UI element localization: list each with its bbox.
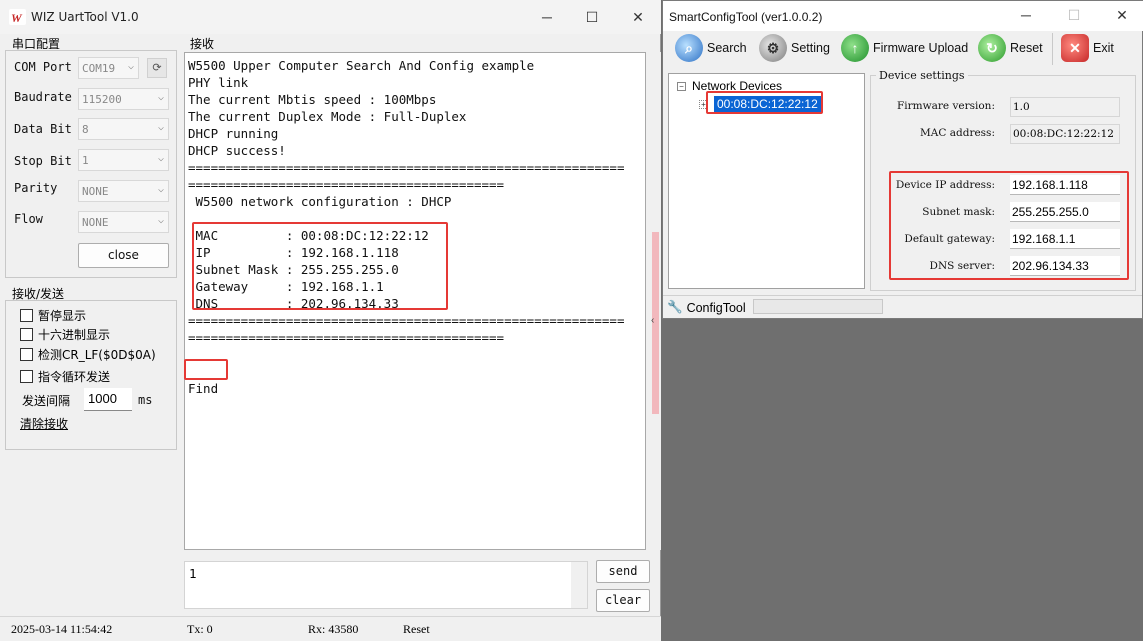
- status-reset[interactable]: Reset: [403, 622, 430, 637]
- receive-line: [188, 363, 645, 380]
- send-textarea[interactable]: 1: [184, 561, 588, 609]
- receive-line: ========================================…: [188, 160, 625, 175]
- upload-arrow-icon: ↑: [841, 34, 869, 62]
- send-interval-input[interactable]: 1000: [84, 388, 132, 411]
- stop-bit-select[interactable]: 1 ⌵: [78, 149, 169, 171]
- hex-display-checkbox[interactable]: 十六进制显示: [20, 326, 110, 343]
- receive-line: W5500 network configuration : DHCP: [188, 194, 452, 209]
- collapse-icon[interactable]: −: [677, 81, 686, 91]
- network-settings-highlight: [889, 171, 1129, 280]
- baudrate-label: Baudrate: [14, 90, 72, 104]
- parity-select[interactable]: NONE ⌵: [78, 180, 169, 202]
- network-config-highlight: [192, 222, 448, 310]
- firmware-version-field: 1.0: [1010, 97, 1120, 117]
- com-port-select[interactable]: COM19 ⌵: [78, 57, 139, 79]
- splitter-arrow-icon[interactable]: ‹: [651, 315, 654, 326]
- clear-receive-link[interactable]: 清除接收: [20, 415, 68, 432]
- wiznet-logo-icon: W: [9, 9, 26, 25]
- firmware-upload-button[interactable]: ↑ Firmware Upload: [841, 31, 968, 65]
- exit-icon: ✕: [1061, 34, 1089, 62]
- svg-text:W: W: [11, 11, 23, 25]
- flow-label: Flow: [14, 212, 43, 226]
- sct-toolbar: ⌕ Search ⚙ Setting ↑ Firmware Upload ↻ R…: [663, 31, 1143, 67]
- uart-status-bar: 2025-03-14 11:54:42 Tx: 0 Rx: 43580 Rese…: [0, 616, 661, 641]
- send-interval-label: 发送间隔: [22, 394, 71, 408]
- receive-line: The current Duplex Mode : Full-Duplex: [188, 109, 467, 124]
- close-window-button[interactable]: ✕: [623, 6, 653, 28]
- status-rx: Rx: 43580: [308, 622, 359, 636]
- chevron-down-icon: ⌵: [157, 122, 164, 133]
- sct-status-bar: 🔧 ConfigTool: [663, 295, 1142, 318]
- sct-minimize-button[interactable]: ─: [1011, 4, 1041, 26]
- configtool-icon: 🔧: [667, 300, 683, 314]
- sct-window-title: SmartConfigTool (ver1.0.0.2): [669, 10, 823, 24]
- data-bit-label: Data Bit: [14, 122, 72, 136]
- receive-line: W5500 Upper Computer Search And Config e…: [188, 58, 535, 73]
- reset-button[interactable]: ↻ Reset: [978, 31, 1043, 65]
- receive-line: PHY link: [188, 75, 249, 90]
- chevron-down-icon: ⌵: [157, 215, 164, 226]
- status-datetime: 2025-03-14 11:54:42: [11, 622, 113, 636]
- progress-bar: [753, 299, 883, 314]
- receive-line: The current Mbtis speed : 100Mbps: [188, 92, 437, 107]
- send-scrollbar[interactable]: [571, 562, 587, 608]
- receive-line: Find: [188, 381, 219, 396]
- wrench-icon: ⚙: [759, 34, 787, 62]
- search-button[interactable]: ⌕ Search: [675, 31, 747, 65]
- search-icon: ⌕: [675, 34, 703, 62]
- sct-maximize-button[interactable]: ☐: [1059, 4, 1089, 26]
- clear-button[interactable]: clear: [596, 589, 650, 612]
- uart-window-title: WIZ UartTool V1.0: [31, 10, 139, 24]
- data-bit-select[interactable]: 8 ⌵: [78, 118, 169, 140]
- uart-tool-window: W WIZ UartTool V1.0 ─ ☐ ✕ 串口配置 COM Port …: [0, 0, 661, 641]
- setting-button[interactable]: ⚙ Setting: [759, 31, 830, 65]
- receive-title: 接收: [190, 37, 215, 51]
- status-tx: Tx: 0: [187, 622, 213, 636]
- exit-button[interactable]: ✕ Exit: [1061, 31, 1114, 65]
- interval-unit: ms: [138, 393, 153, 407]
- chevron-down-icon: ⌵: [157, 92, 164, 103]
- receive-line: [188, 346, 645, 363]
- receive-line: DHCP running: [188, 126, 279, 141]
- maximize-button[interactable]: ☐: [577, 6, 607, 28]
- minimize-button[interactable]: ─: [532, 6, 562, 28]
- loop-send-checkbox[interactable]: 指令循环发送: [20, 368, 110, 385]
- toolbar-separator: [1052, 33, 1053, 65]
- baudrate-select[interactable]: 115200 ⌵: [78, 88, 169, 110]
- recycle-icon: ↻: [978, 34, 1006, 62]
- flow-select[interactable]: NONE ⌵: [78, 211, 169, 233]
- smartconfig-window: SmartConfigTool (ver1.0.0.2) ─ ☐ ✕ ⌕ Sea…: [662, 0, 1143, 319]
- stop-bit-label: Stop Bit: [14, 154, 72, 168]
- close-port-button[interactable]: close: [78, 243, 169, 268]
- configtool-status: 🔧 ConfigTool: [667, 300, 746, 315]
- device-highlight: [706, 91, 823, 114]
- uart-title-bar: W WIZ UartTool V1.0 ─ ☐ ✕: [0, 0, 661, 34]
- parity-label: Parity: [14, 181, 58, 195]
- com-port-label: COM Port: [14, 60, 72, 74]
- device-settings-title: Device settings: [876, 69, 968, 82]
- pause-display-checkbox[interactable]: 暂停显示: [20, 307, 86, 324]
- chevron-down-icon: ⌵: [127, 61, 134, 72]
- find-highlight: [184, 359, 228, 380]
- sct-title-bar: SmartConfigTool (ver1.0.0.2) ─ ☐ ✕: [663, 1, 1143, 31]
- receive-line: ========================================…: [188, 177, 505, 192]
- receive-line: DHCP success!: [188, 143, 286, 158]
- sct-close-button[interactable]: ✕: [1107, 4, 1137, 26]
- chevron-down-icon: ⌵: [157, 184, 164, 195]
- detect-crlf-checkbox[interactable]: 检测CR_LF($0D$0A): [20, 346, 156, 363]
- send-button[interactable]: send: [596, 560, 650, 583]
- receive-line: ========================================…: [188, 330, 505, 345]
- receive-scrollbar[interactable]: [650, 52, 661, 550]
- mac-address-label: MAC address:: [920, 127, 995, 139]
- chevron-down-icon: ⌵: [157, 153, 164, 164]
- mac-address-field: 00:08:DC:12:22:12: [1010, 124, 1120, 144]
- firmware-version-label: Firmware version:: [897, 100, 995, 112]
- receive-line: ========================================…: [188, 313, 625, 328]
- refresh-icon[interactable]: ⟳: [147, 58, 167, 78]
